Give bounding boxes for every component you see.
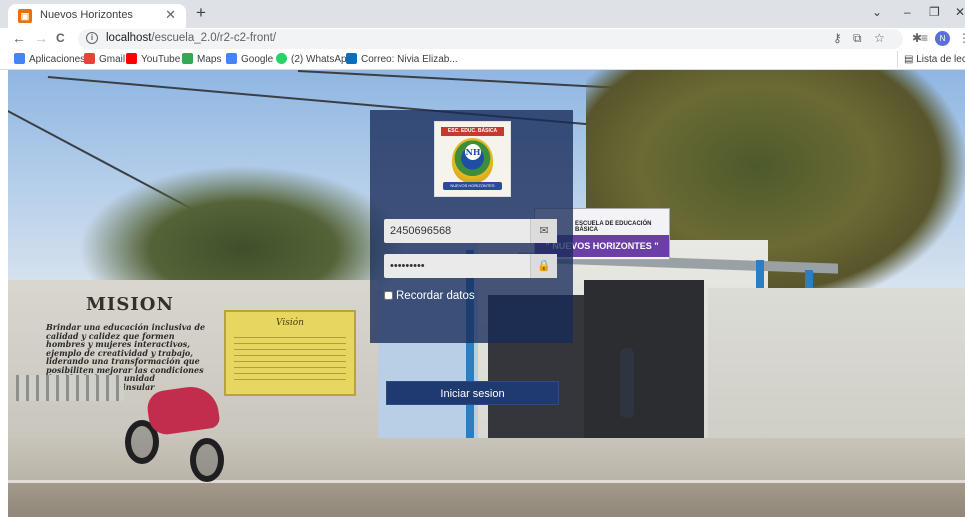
apps-grid-icon	[14, 53, 25, 64]
bookmark-gmail[interactable]: Gmail	[84, 53, 125, 65]
minimize-button[interactable]: –	[904, 5, 911, 19]
vision-text-lines	[234, 332, 346, 384]
password-field: 🔒	[384, 254, 557, 278]
tab-search-chevron-icon[interactable]: ⌄	[872, 5, 882, 19]
road	[8, 483, 965, 517]
reading-list-icon[interactable]: ≡	[921, 31, 928, 45]
password-key-icon[interactable]: ⚷	[833, 31, 842, 45]
reload-button[interactable]: C	[56, 31, 65, 45]
login-card: ESC. EDUC. BÁSICA NH NUEVOS HORIZONTES ✉…	[370, 110, 573, 343]
bookmark-outlook[interactable]: Correo: Nivia Elizab...	[346, 53, 458, 65]
address-bar[interactable]: i localhost/escuela_2.0/r2-c2-front/ ⚷ ⧉…	[78, 29, 903, 49]
bookmark-google[interactable]: Google	[226, 53, 273, 65]
bookmarks-bar: Aplicaciones Gmail YouTube Maps Google (…	[0, 50, 965, 70]
tab-close-icon[interactable]: ✕	[165, 7, 176, 23]
share-icon[interactable]: ⧉	[853, 31, 862, 46]
school-logo: ESC. EDUC. BÁSICA NH NUEVOS HORIZONTES	[434, 121, 511, 197]
lock-icon: 🔒	[530, 254, 557, 278]
maximize-button[interactable]: ❐	[929, 5, 940, 19]
browser-menu-icon[interactable]: ⋮	[958, 31, 965, 45]
user-input[interactable]	[390, 219, 520, 243]
wall-right	[708, 288, 965, 438]
outlook-icon	[346, 53, 357, 64]
envelope-icon: ✉	[530, 219, 557, 243]
bookmark-star-icon[interactable]: ☆	[874, 31, 885, 45]
login-button[interactable]: Iniciar sesion	[386, 381, 559, 405]
user-field: ✉	[384, 219, 557, 243]
reading-list-link[interactable]: ▤ Lista de lectur	[897, 51, 965, 68]
vision-board: Visión	[224, 310, 356, 396]
forward-button[interactable]: →	[34, 30, 48, 46]
logo-banner: ESC. EDUC. BÁSICA	[441, 127, 504, 136]
whatsapp-icon	[276, 53, 287, 64]
browser-tab[interactable]: ▣ Nuevos Horizontes ✕	[8, 4, 186, 28]
school-sign-top: ESCUELA DE EDUCACIÓN BÁSICA	[575, 221, 652, 233]
profile-avatar[interactable]: N	[935, 31, 950, 46]
vision-title: Visión	[276, 318, 304, 328]
site-favicon-icon: ▣	[18, 9, 32, 23]
google-icon	[226, 53, 237, 64]
remember-checkbox[interactable]	[384, 291, 393, 300]
remember-checkbox-label[interactable]: Recordar datos	[384, 290, 475, 302]
logo-ribbon: NUEVOS HORIZONTES	[443, 182, 502, 190]
close-window-button[interactable]: ✕	[955, 5, 965, 19]
maps-icon	[182, 53, 193, 64]
new-tab-button[interactable]: +	[196, 3, 206, 23]
logo-monogram: NH	[465, 144, 481, 160]
motorcycle-front-wheel	[190, 438, 224, 482]
back-button[interactable]: ←	[12, 30, 26, 46]
reading-list-icon: ▤	[904, 54, 917, 65]
youtube-icon	[126, 53, 137, 64]
school-gate	[584, 280, 704, 438]
bookmark-apps[interactable]: Aplicaciones	[14, 53, 85, 65]
remember-label: Recordar datos	[396, 290, 475, 302]
person-figure	[620, 348, 634, 418]
bookmark-whatsapp[interactable]: (2) WhatsApp	[276, 53, 352, 65]
bookmark-youtube[interactable]: YouTube	[126, 53, 180, 65]
url-text[interactable]: localhost/escuela_2.0/r2-c2-front/	[106, 32, 276, 44]
browser-toolbar: ← → C i localhost/escuela_2.0/r2-c2-fron…	[0, 28, 965, 50]
fence	[16, 375, 124, 401]
bookmark-maps[interactable]: Maps	[182, 53, 221, 65]
tab-title: Nuevos Horizontes	[40, 9, 133, 21]
site-info-icon[interactable]: i	[86, 32, 98, 44]
tab-strip: ▣ Nuevos Horizontes ✕ + ⌄ – ❐ ✕	[0, 0, 965, 28]
password-input[interactable]	[390, 254, 520, 278]
mural-mision-title: MISION	[86, 294, 174, 315]
gmail-icon	[84, 53, 95, 64]
